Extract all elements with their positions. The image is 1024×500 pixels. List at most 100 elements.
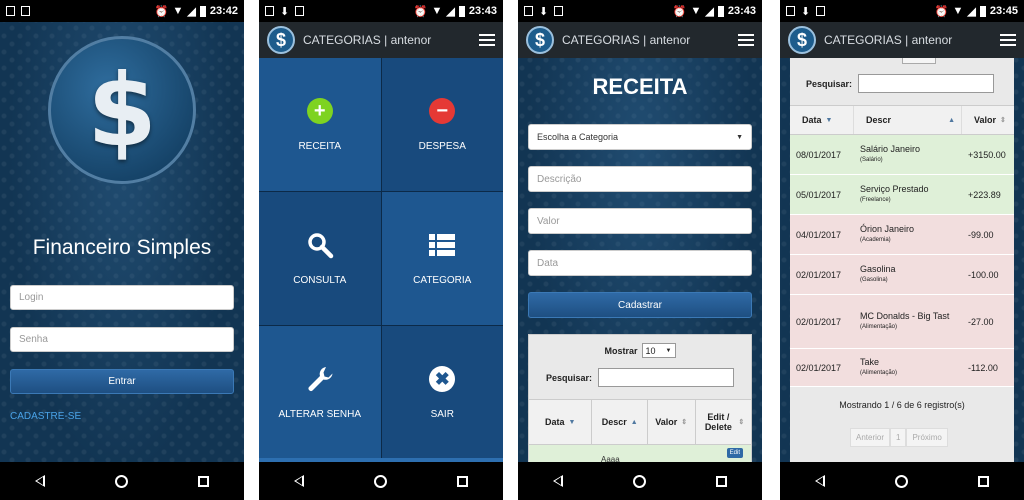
- row-descr: Serviço Prestado (Freelance): [854, 184, 962, 205]
- app-bar: $ CATEGORIAS | antenor: [518, 22, 762, 58]
- hamburger-menu-icon[interactable]: [738, 34, 754, 46]
- row-category: (Alimentação): [860, 324, 898, 331]
- list-icon: [429, 234, 456, 256]
- sort-desc-icon: ▼: [825, 116, 833, 124]
- home-icon[interactable]: [374, 474, 387, 488]
- hamburger-menu-icon[interactable]: [1000, 34, 1016, 46]
- sort-both-icon: ⇕: [738, 419, 745, 426]
- plus-circle-icon: +: [306, 98, 333, 124]
- row-value: -100.00: [968, 269, 999, 280]
- column-header-edit[interactable]: Edit / Delete ⇕: [696, 400, 751, 444]
- row-descr: Take (Alimentação): [854, 357, 962, 378]
- menu-grid: + RECEITA − DESPESA CONSULTA CATEGORIA A…: [259, 58, 503, 459]
- hamburger-menu-icon[interactable]: [479, 34, 495, 46]
- menu-tile-consulta[interactable]: CONSULTA: [259, 192, 381, 325]
- table-row[interactable]: 02/01/2017 Take (Alimentação) -112.00: [790, 349, 1014, 387]
- page-length-select[interactable]: 10 ▼: [641, 343, 676, 358]
- page-title: RECEITA: [592, 74, 688, 99]
- column-header-data[interactable]: Data ▼: [529, 400, 593, 444]
- app-bar-title: CATEGORIAS | antenor: [562, 33, 691, 47]
- page-length-control: Mostrar 10 ▼: [529, 343, 751, 358]
- data-input[interactable]: Data: [528, 250, 752, 276]
- home-icon[interactable]: [633, 474, 646, 488]
- menu-tile-sair[interactable]: ✖ SAIR: [381, 326, 503, 459]
- battery-icon: [717, 5, 724, 17]
- login-input[interactable]: Login: [10, 285, 234, 310]
- row-date: 05/01/2017: [796, 189, 842, 200]
- cadastrar-button[interactable]: Cadastrar: [528, 292, 752, 318]
- close-circle-icon: ✖: [429, 366, 456, 392]
- search-input[interactable]: [858, 74, 995, 93]
- row-date: 02/01/2017: [796, 269, 842, 280]
- menu-tile-label: RECEITA: [298, 141, 342, 152]
- senha-input[interactable]: Senha: [10, 327, 234, 352]
- battery-icon: [199, 5, 206, 17]
- wifi-icon: ▼: [952, 5, 964, 17]
- pagination-page[interactable]: 1: [890, 428, 907, 447]
- column-header-descr[interactable]: Descr ▲: [592, 400, 648, 444]
- column-header-valor[interactable]: Valor ⇕: [962, 106, 1014, 134]
- notification-icon: [524, 6, 533, 16]
- recents-icon[interactable]: [716, 475, 727, 487]
- notification-icon: [6, 6, 15, 16]
- descricao-input[interactable]: Descrição: [528, 166, 752, 192]
- consulta-table: Pesquisar: Data ▼ Descr ▲ Valor ⇕ 08/01/201…: [790, 58, 1014, 462]
- sort-desc-icon: ▼: [568, 418, 576, 426]
- menu-tile-categoria[interactable]: CATEGORIA: [381, 192, 503, 325]
- scroll-notch: [902, 58, 936, 64]
- notification-icon: [265, 6, 274, 16]
- row-value: -112.00: [968, 362, 998, 373]
- table-row[interactable]: 02/01/2017 MC Donalds - Big Tast (Aliment…: [790, 295, 1014, 349]
- row-date: 04/01/2017: [796, 229, 842, 240]
- menu-tile-despesa[interactable]: − DESPESA: [381, 58, 503, 191]
- menu-tile-receita[interactable]: + RECEITA: [259, 58, 381, 191]
- recents-icon[interactable]: [978, 475, 989, 487]
- row-date: 08/01/2017: [796, 149, 842, 160]
- receita-screen: ⬇ ⏰ ▼ ◢ 23:43 $ CATEGORIAS | antenor RECEIT…: [518, 0, 762, 500]
- column-header-data[interactable]: Data ▼: [790, 106, 854, 134]
- pagination-prev[interactable]: Anterior: [850, 428, 891, 447]
- table-row[interactable]: 05/01/2017 Serviço Prestado (Freelance) +…: [790, 175, 1014, 215]
- cadastre-link[interactable]: CADASTRE-SE: [10, 411, 81, 422]
- table-header: Data ▼ Descr ▲ Valor ⇕ Edit / Delete ⇕: [529, 399, 751, 445]
- alarm-icon: ⏰: [672, 5, 687, 18]
- back-icon[interactable]: [553, 475, 563, 487]
- menu-screen: ⬇ ⏰ ▼ ◢ 23:43 $ CATEGORIAS | antenor + RECE…: [259, 0, 503, 500]
- phone-icon: [554, 6, 564, 16]
- table-row[interactable]: 08/01/2017 Salário Janeiro (Salário) +315…: [790, 135, 1014, 175]
- phone-icon: [816, 6, 826, 16]
- recents-icon[interactable]: [198, 475, 209, 487]
- row-descr: Órion Janeiro (Academia): [854, 224, 962, 245]
- pagination-next[interactable]: Próximo: [906, 428, 948, 447]
- row-descr-text: Salário Janeiro: [860, 144, 921, 155]
- menu-tile-alterar-senha[interactable]: ALTERAR SENHA: [259, 326, 381, 459]
- pagination: Anterior 1 Próximo: [850, 428, 948, 447]
- search-input[interactable]: [598, 368, 735, 387]
- table-body: 08/01/2017 Salário Janeiro (Salário) +315…: [790, 135, 1014, 387]
- valor-input[interactable]: Valor: [528, 208, 752, 234]
- menu-tile-label: CONSULTA: [293, 275, 347, 286]
- entrar-button[interactable]: Entrar: [10, 369, 234, 394]
- clock: 23:45: [989, 5, 1018, 17]
- column-header-valor[interactable]: Valor ⇕: [648, 400, 696, 444]
- battery-icon: [458, 5, 465, 17]
- menu-tile-label: SAIR: [430, 409, 454, 420]
- sort-asc-icon: ▲: [948, 116, 955, 124]
- categoria-select[interactable]: Escolha a Categoria ▼: [528, 124, 752, 150]
- android-nav-bar: [780, 462, 1024, 500]
- back-icon[interactable]: [294, 475, 304, 487]
- notification-icon: [786, 6, 795, 16]
- app-bar: $ CATEGORIAS | antenor: [259, 22, 503, 58]
- menu-tile-label: DESPESA: [418, 141, 466, 152]
- table-row[interactable]: 04/01/2017 Órion Janeiro (Academia) -99.0…: [790, 215, 1014, 255]
- receita-table: Mostrar 10 ▼ Pesquisar: Data ▼ Descr ▲ Valo…: [528, 334, 752, 464]
- table-row[interactable]: 02/01/2017 Gasolina (Gasolina) -100.00: [790, 255, 1014, 295]
- home-icon[interactable]: [115, 474, 128, 488]
- back-icon[interactable]: [35, 475, 45, 487]
- recents-icon[interactable]: [457, 475, 468, 487]
- edit-button[interactable]: Edit: [726, 448, 743, 458]
- back-icon[interactable]: [815, 475, 825, 487]
- column-header-descr[interactable]: Descr ▲: [854, 106, 962, 134]
- row-descr: Gasolina (Gasolina): [854, 264, 962, 285]
- home-icon[interactable]: [895, 474, 908, 488]
